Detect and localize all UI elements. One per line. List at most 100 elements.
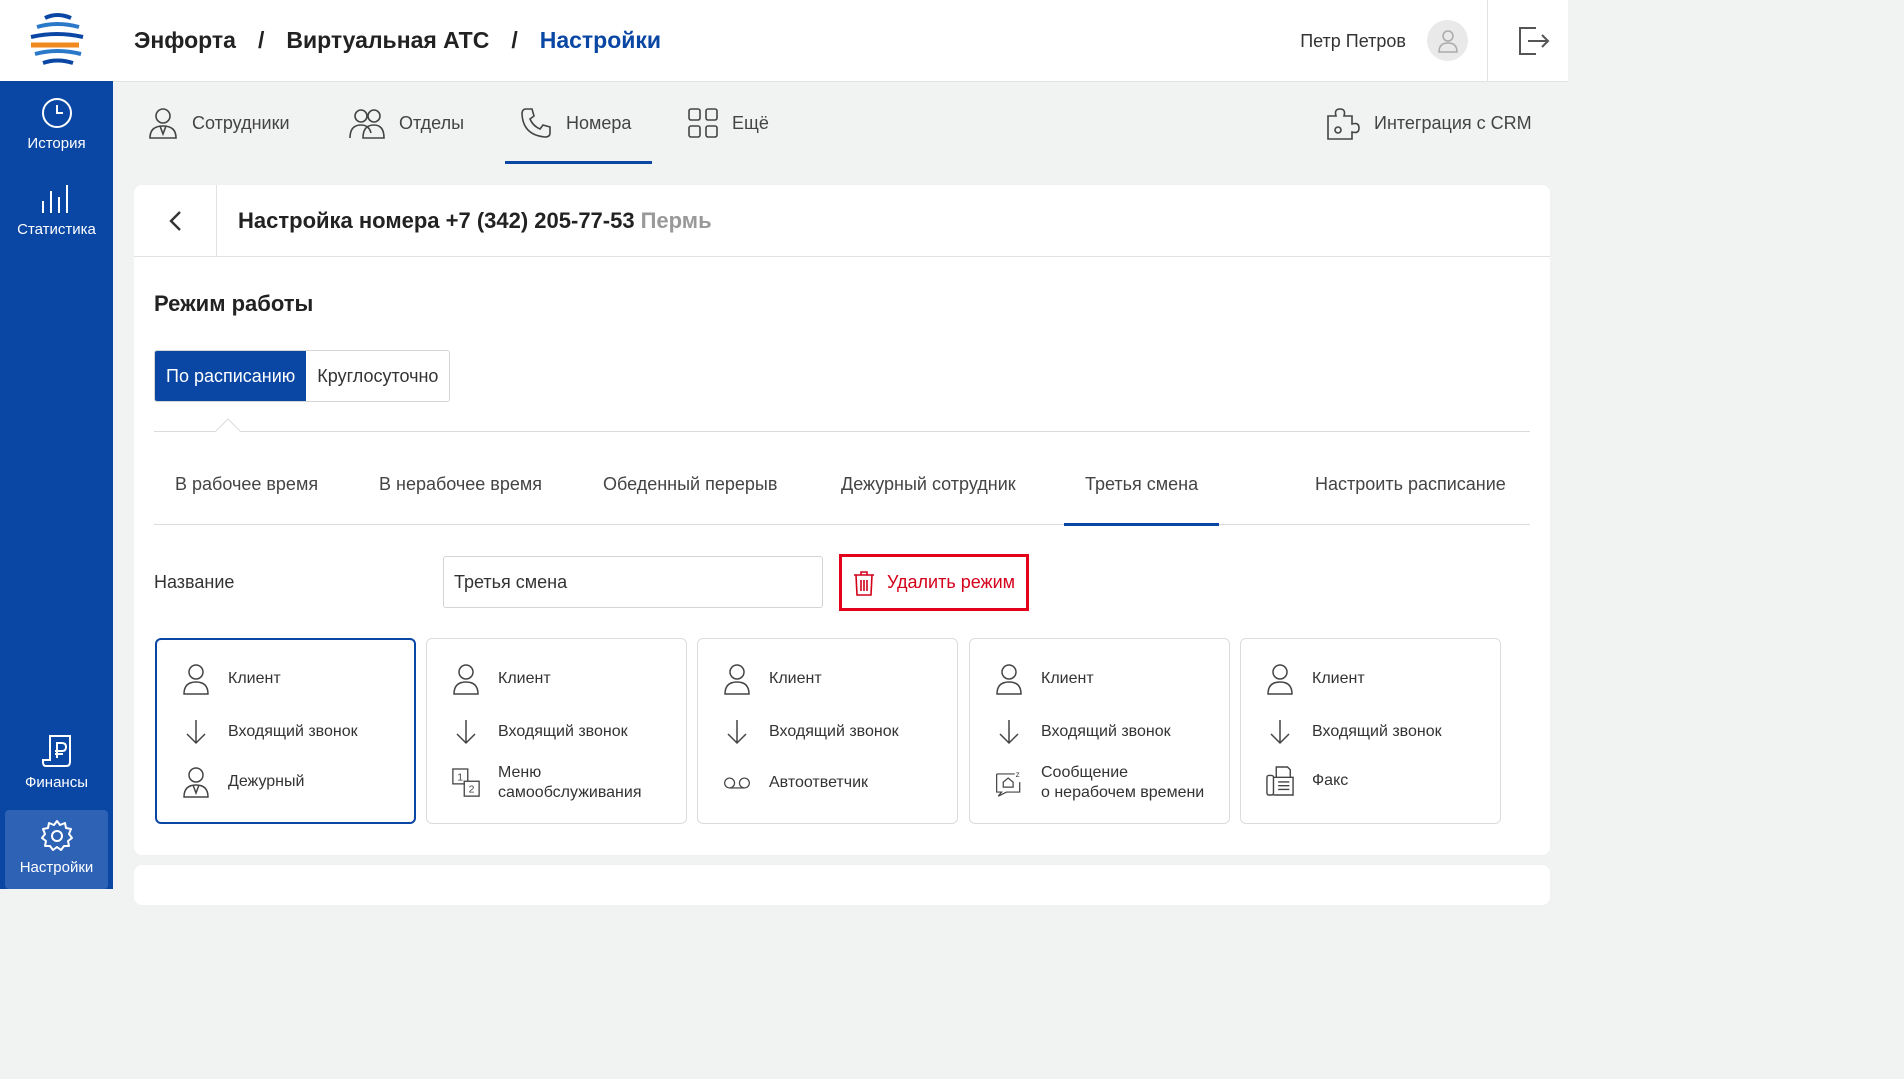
card-row: Входящий звонок [723,716,899,748]
delete-mode-button[interactable]: Удалить режим [839,554,1029,611]
panel-header: Настройка номера +7 (342) 205-77-53 Пермь [134,185,1550,257]
routing-card[interactable]: Клиент Входящий звонок Автоответчик [697,638,958,824]
sidebar-item-label: Финансы [25,774,88,791]
routing-card[interactable]: Клиент Входящий звонок Дежурный [155,638,416,824]
name-field[interactable]: Третья смена [443,556,823,608]
page-title: Настройка номера +7 (342) 205-77-53 Пермь [238,208,712,234]
breadcrumb-item[interactable]: Энфорта [134,27,236,54]
client-icon [452,663,480,695]
section-nav: Сотрудники Отделы Номера Ещё Интеграция … [113,82,1568,164]
arrow-down-icon [452,716,480,748]
client-icon [1266,663,1294,695]
breadcrumb-separator: / [257,27,265,53]
card-row: Клиент [1266,663,1365,695]
svg-text:1: 1 [457,771,463,783]
routing-card[interactable]: Клиент Входящий звонок z Сообщение о нера… [969,638,1230,824]
bar-chart-icon [41,185,68,213]
card-row: Клиент [452,663,551,695]
sidebar-item-settings[interactable]: Настройки [5,810,108,889]
arrow-down-icon [723,716,751,748]
tab-lunch-break[interactable]: Обеденный перерыв [603,455,777,525]
mode-option-24h[interactable]: Круглосуточно [306,351,450,401]
card-client: Клиент [498,670,551,687]
card-row: z Сообщение о нерабочем времени [995,763,1204,803]
tab-non-work-time[interactable]: В нерабочее время [379,455,542,525]
sidebar-item-label: История [27,135,86,152]
routing-card[interactable]: Клиент Входящий звонок 12 Меню самообслуж… [426,638,687,824]
user-name[interactable]: Петр Петров [1300,31,1406,52]
card-client: Клиент [1312,670,1365,687]
voicemail-icon [723,767,751,799]
sidebar-item-label: Настройки [19,859,94,876]
tab-employees[interactable]: Сотрудники [148,82,290,164]
ruble-document-icon [41,735,71,767]
tab-departments[interactable]: Отделы [349,82,464,164]
header: Энфорта / Виртуальная АТС / Настройки Пе… [113,0,1568,82]
card-row: Автоответчик [723,767,868,799]
client-icon [995,663,1023,695]
card-client: Клиент [769,670,822,687]
card-row: Клиент [723,663,822,695]
card-client: Клиент [1041,670,1094,687]
card-incoming: Входящий звонок [228,723,358,740]
logout-icon [1519,27,1550,55]
sidebar-item-statistics[interactable]: Статистика [0,183,113,238]
avatar[interactable] [1427,20,1468,61]
crm-integration-link[interactable]: Интеграция с CRM [1326,82,1532,164]
back-button[interactable] [134,185,217,257]
grid-icon [688,108,718,138]
group-icon [349,109,385,139]
logout-button[interactable] [1516,24,1550,63]
card-row: Факс [1266,765,1348,797]
card-target: Дежурный [228,773,305,790]
company-logo[interactable] [0,0,113,81]
card-row: Входящий звонок [452,716,628,748]
phone-icon [521,108,551,138]
header-divider [1487,0,1488,82]
crm-link-label: Интеграция с CRM [1374,112,1532,133]
client-icon [182,663,210,695]
sidebar-item-label: Статистика [17,221,96,238]
card-target-line2: самообслуживания [498,784,642,801]
breadcrumb-separator: / [511,27,518,53]
tab-duty-employee[interactable]: Дежурный сотрудник [841,455,1016,525]
tab-third-shift[interactable]: Третья смена [1063,455,1220,526]
mode-option-schedule[interactable]: По расписанию [155,351,307,401]
tab-more[interactable]: Ещё [688,82,769,164]
card-target-line1: Сообщение [1041,764,1129,781]
mode-tabs: В рабочее время В нерабочее время Обеден… [154,455,1530,526]
employee-icon [182,766,210,798]
card-target: Меню самообслуживания [498,763,642,803]
sidebar-item-finance[interactable]: Финансы [0,734,113,791]
breadcrumb-current: Настройки [539,27,662,53]
card-incoming: Входящий звонок [1312,723,1442,740]
card-target: Факс [1312,772,1349,789]
next-panel [134,865,1550,905]
tab-label: Отделы [399,112,465,133]
card-row: Клиент [995,663,1094,695]
svg-text:z: z [1016,770,1020,779]
tab-work-time[interactable]: В рабочее время [175,455,318,525]
number-settings-panel: Настройка номера +7 (342) 205-77-53 Пермь… [134,185,1550,855]
card-row: Входящий звонок [1266,716,1442,748]
client-icon [723,663,751,695]
user-icon [1437,29,1458,53]
breadcrumb-item[interactable]: Виртуальная АТС [286,27,489,54]
routing-card[interactable]: Клиент Входящий звонок Факс [1240,638,1501,824]
tab-configure-schedule[interactable]: Настроить расписание [1315,455,1506,525]
sidebar: История Статистика Финансы Настройки [0,0,113,889]
name-label: Название [154,572,235,592]
card-row: Входящий звонок [182,716,358,748]
tab-label: Номера [566,112,632,133]
employee-icon [149,108,177,139]
card-incoming: Входящий звонок [498,723,628,740]
city-label: Пермь [640,208,712,233]
arrow-down-icon [182,716,210,748]
card-row: Клиент [182,663,281,695]
tab-label: Сотрудники [192,112,290,133]
section-title: Режим работы [154,291,314,316]
mode-switch: По расписанию Круглосуточно [154,350,451,402]
tab-numbers[interactable]: Номера [504,82,653,164]
sidebar-item-history[interactable]: История [0,97,113,152]
breadcrumb: Энфорта / Виртуальная АТС / Настройки [134,27,661,54]
